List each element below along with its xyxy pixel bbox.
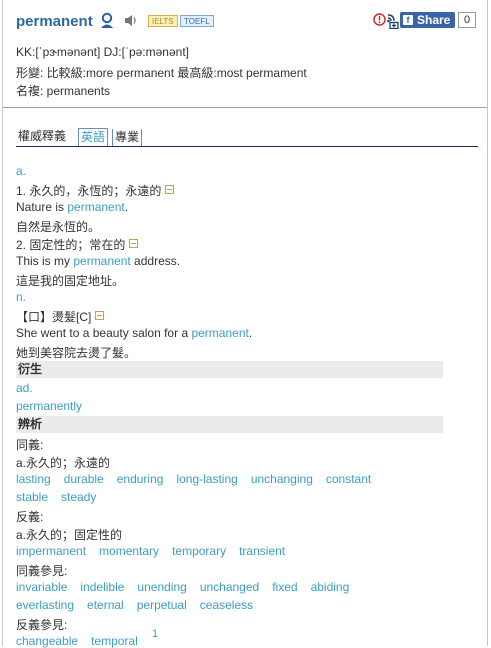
related-word-link[interactable]: unending	[137, 580, 186, 594]
antonym-sense: a.永久的；固定性的	[16, 528, 123, 542]
sense-3: 【口】燙髮[C]	[16, 308, 105, 325]
example-text: address.	[130, 254, 181, 268]
dictionary-panel: permanent IELTS TOEFL f Share 0 KK:[ˈpɝm…	[2, 0, 488, 648]
sense-1-text: 1. 永久的，永恆的；永遠的	[16, 184, 162, 198]
tab-english[interactable]: 英語	[78, 128, 109, 146]
add-wordbook-icon[interactable]	[386, 13, 400, 32]
related-word-link[interactable]: lasting	[16, 472, 51, 486]
synonym-ref-list-1: invariable indelible unending unchanged fixe…	[16, 580, 362, 594]
related-word-link[interactable]: enduring	[117, 472, 164, 486]
example-text: She went to a beauty salon for a	[16, 326, 192, 340]
example-1: Nature is permanent.	[16, 200, 128, 214]
speaker-icon[interactable]	[123, 13, 138, 31]
related-word-link[interactable]: ceaseless	[200, 598, 253, 612]
related-word-link[interactable]: perpetual	[137, 598, 187, 612]
synonym-sense: a.永久的；永遠的	[16, 456, 111, 470]
pronunciation: KK:[ˈpɝmənənt] DJ:[ˈpə:mənənt]	[16, 45, 189, 59]
collapse-icon[interactable]	[95, 311, 105, 320]
synonym-label: 同義:	[16, 438, 44, 452]
related-word-link[interactable]: durable	[64, 472, 104, 486]
sense-1: 1. 永久的，永恆的；永遠的	[16, 182, 175, 199]
synonym-ref-label: 同義參見:	[16, 564, 68, 578]
derived-word[interactable]: permanently	[16, 399, 82, 413]
headword: permanent	[16, 13, 93, 30]
report-icon[interactable]	[373, 13, 386, 29]
sense-2-text: 2. 固定性的；常在的	[16, 238, 126, 252]
share-count: 0	[458, 12, 476, 28]
synonym-ref-list-2: everlasting eternal perpetual ceaseless	[16, 598, 266, 612]
facebook-icon: f	[403, 15, 413, 25]
word-forms: 形變: 比較級:more permanent 最高級:most permamen…	[16, 66, 307, 80]
related-word-link[interactable]: momentary	[99, 544, 159, 558]
related-word-link[interactable]: indelible	[80, 580, 124, 594]
related-word-link[interactable]: unchanging	[251, 472, 313, 486]
antonym-list: impermanent momentary temporary transient	[16, 544, 298, 558]
toefl-tag: TOEFL	[180, 15, 214, 27]
example-headword[interactable]: permanent	[73, 254, 130, 268]
collapse-icon[interactable]	[129, 239, 139, 248]
share-label: Share	[417, 13, 451, 27]
example-text: Nature is	[16, 200, 68, 214]
related-word-link[interactable]: invariable	[16, 580, 67, 594]
analysis-section-title: 辨析	[16, 416, 443, 433]
related-word-link[interactable]: stable	[16, 490, 48, 504]
antonym-label: 反義:	[16, 510, 44, 524]
pos-adjective: a.	[16, 164, 27, 178]
related-word-link[interactable]: fixed	[272, 580, 297, 594]
footnote-marker[interactable]: 1	[152, 628, 158, 640]
example-headword[interactable]: permanent	[191, 326, 248, 340]
related-word-link[interactable]: steady	[61, 490, 96, 504]
ielts-tag: IELTS	[148, 15, 178, 27]
related-word-link[interactable]: transient	[239, 544, 285, 558]
example-text: .	[124, 200, 129, 214]
entry-header: permanent IELTS TOEFL f Share 0 KK:[ˈpɝm…	[3, 0, 487, 108]
example-2-translation: 這是我的固定地址。	[16, 274, 125, 288]
share-button[interactable]: f Share	[400, 12, 456, 28]
derived-pos: ad.	[16, 381, 33, 395]
derived-section-title: 衍生	[16, 361, 443, 378]
example-3-translation: 她到美容院去燙了髮。	[16, 346, 137, 360]
example-headword[interactable]: permanent	[67, 200, 124, 214]
tab-authoritative[interactable]: 權威釋義	[16, 128, 68, 145]
related-word-link[interactable]: long-lasting	[176, 472, 237, 486]
example-text: .	[248, 326, 253, 340]
related-word-link[interactable]: constant	[326, 472, 371, 486]
example-text: This is my	[16, 254, 74, 268]
related-word-link[interactable]: unchanged	[200, 580, 259, 594]
collapse-icon[interactable]	[165, 185, 175, 194]
related-word-link[interactable]: abiding	[311, 580, 350, 594]
plural-form: 名複: permanents	[16, 84, 111, 98]
example-3: She went to a beauty salon for a permane…	[16, 326, 252, 340]
antonym-ref-label: 反義參見:	[16, 618, 68, 632]
user-icon[interactable]	[99, 12, 115, 32]
related-word-link[interactable]: everlasting	[16, 598, 74, 612]
sense-3-text: 【口】燙髮[C]	[16, 310, 92, 324]
synonym-list-2: stable steady	[16, 490, 109, 504]
sense-2: 2. 固定性的；常在的	[16, 236, 139, 253]
related-word-link[interactable]: eternal	[87, 598, 124, 612]
tab-bar: 權威釋義 英語 專業	[16, 126, 478, 147]
tab-professional[interactable]: 專業	[112, 129, 143, 146]
example-2: This is my permanent address.	[16, 254, 180, 268]
synonym-list-1: lasting durable enduring long-lasting unchan…	[16, 472, 384, 486]
related-word-link[interactable]: impermanent	[16, 544, 86, 558]
related-word-link[interactable]: temporary	[172, 544, 226, 558]
example-1-translation: 自然是永恆的。	[16, 220, 101, 234]
pos-noun: n.	[16, 290, 27, 304]
